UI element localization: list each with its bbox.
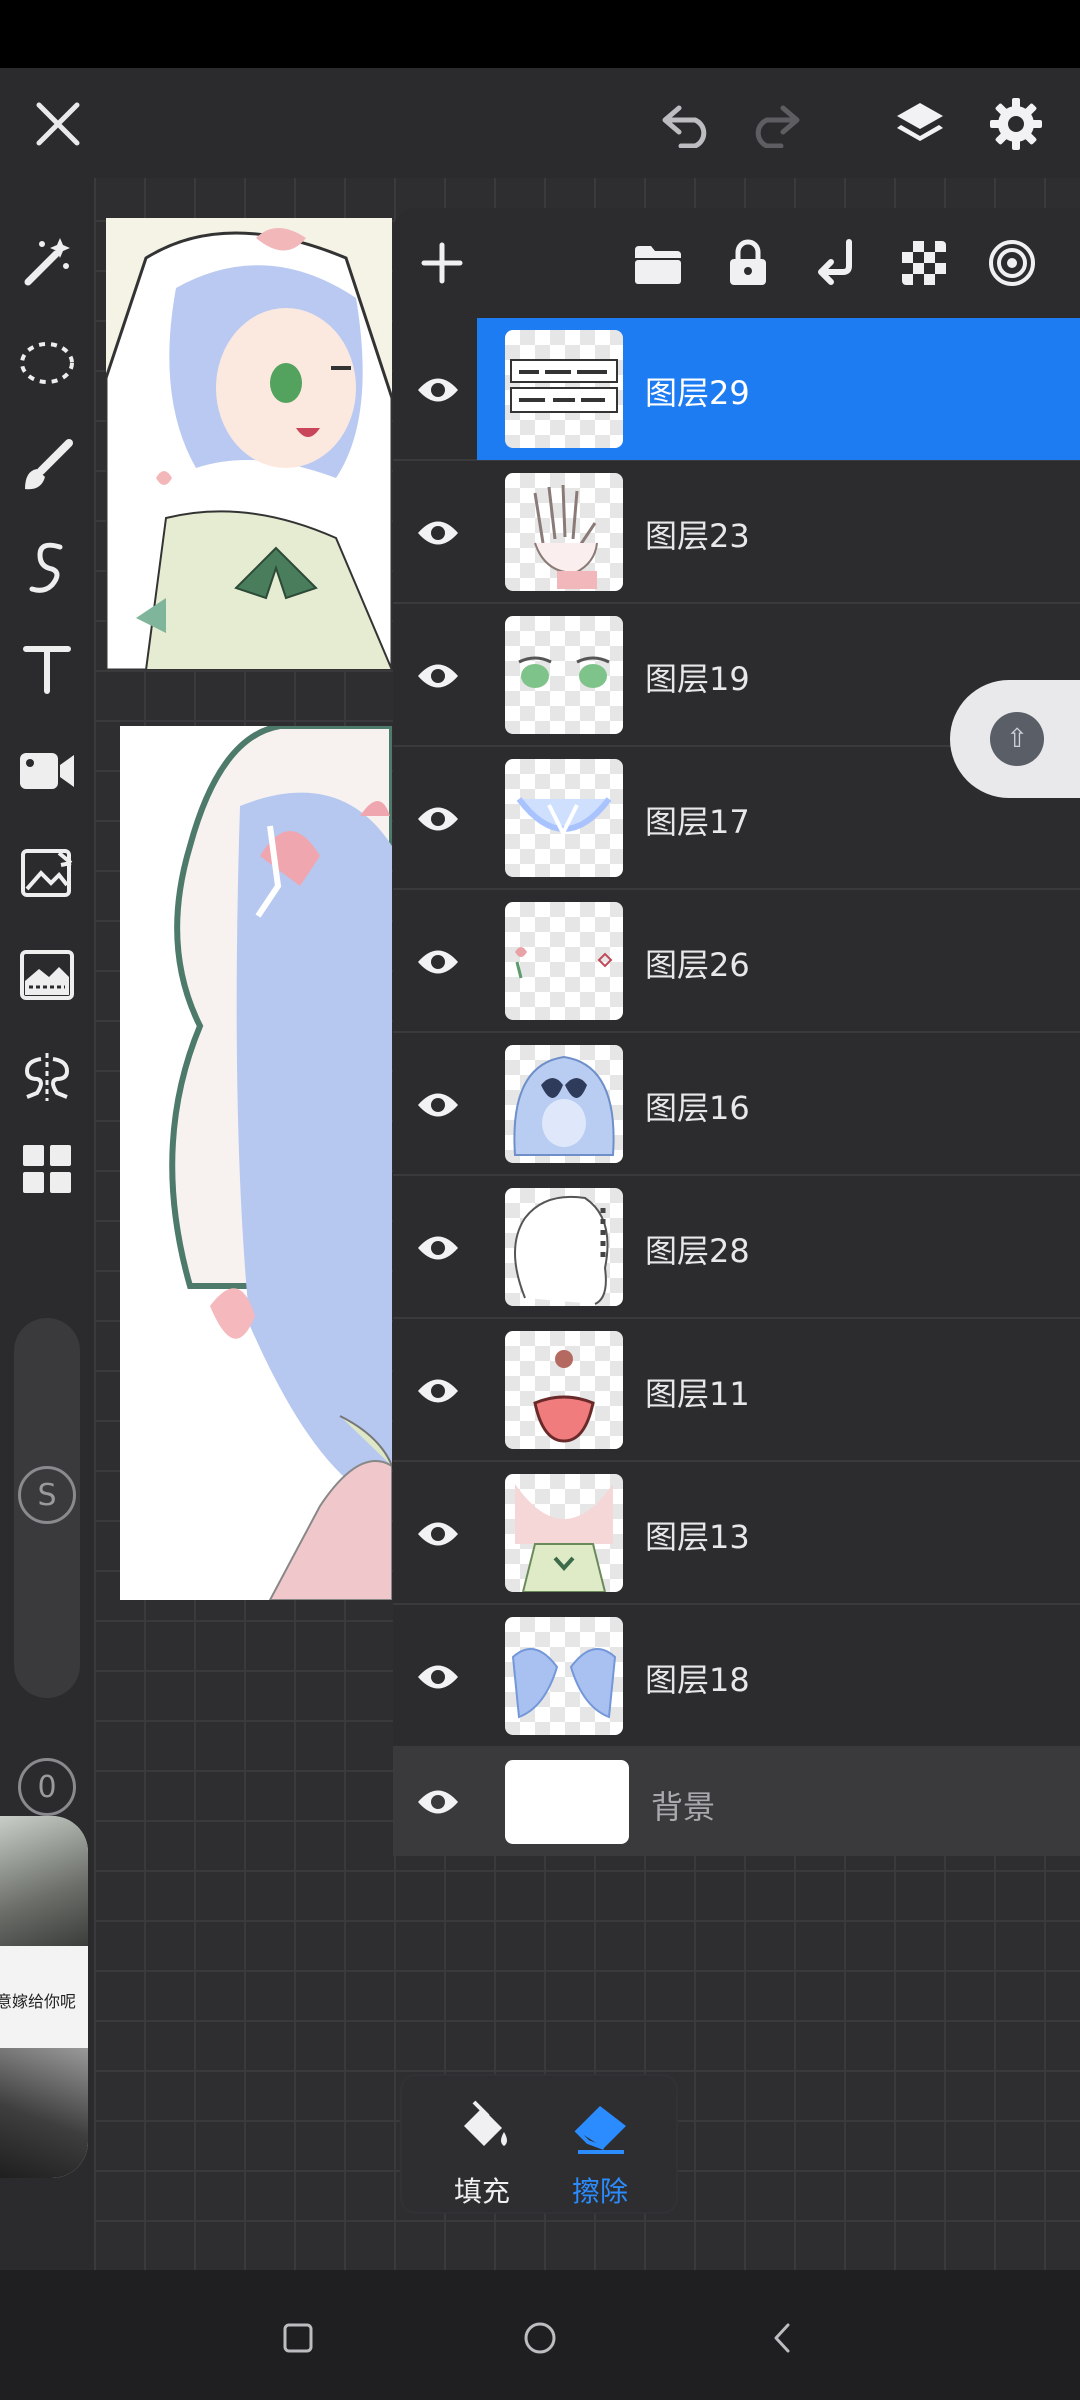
video-thumbnail-top	[0, 1816, 88, 1946]
redo-icon[interactable]	[740, 90, 810, 160]
fill-label: 填充	[453, 2175, 510, 2208]
floating-side-handle[interactable]: ⇧	[950, 680, 1080, 798]
layer-thumbnail	[505, 1188, 623, 1306]
eye-icon[interactable]	[411, 1653, 465, 1701]
close-icon[interactable]	[22, 88, 94, 160]
layer-thumbnail	[505, 759, 623, 877]
eye-icon[interactable]	[411, 652, 465, 700]
eraser-icon	[574, 2106, 626, 2154]
top-toolbar	[0, 68, 1080, 178]
video-thumbnail-bottom	[0, 2048, 88, 2178]
video-record-icon[interactable]	[10, 734, 84, 808]
layer-row-11[interactable]: 图层11	[393, 1319, 1080, 1462]
layer-name: 图层17	[645, 803, 750, 841]
recent-apps-icon[interactable]	[268, 2308, 328, 2368]
add-layer-icon[interactable]	[411, 232, 473, 294]
layer-thumbnail	[505, 1474, 623, 1592]
status-bar	[0, 0, 1080, 68]
eye-icon[interactable]	[411, 366, 465, 414]
opacity-label: 0	[37, 1769, 57, 1805]
layer-row-29[interactable]: 图层29	[393, 318, 1080, 461]
floating-video-window[interactable]: 意嫁给你呢	[0, 1816, 88, 2178]
app-screen: { "top_bar": { "close_icon": "close-icon…	[0, 0, 1080, 2400]
layer-name: 图层26	[645, 946, 750, 984]
merge-down-icon[interactable]	[805, 232, 867, 294]
erase-label: 擦除	[571, 2175, 628, 2208]
layer-thumbnail	[505, 616, 623, 734]
layer-row-13[interactable]: 图层13	[393, 1462, 1080, 1605]
lock-icon[interactable]	[717, 232, 779, 294]
magic-wand-icon[interactable]	[10, 224, 84, 298]
undo-icon[interactable]	[652, 90, 722, 160]
layer-name: 图层18	[645, 1661, 750, 1699]
erase-button[interactable]: 擦除	[542, 2090, 658, 2208]
layer-name: 图层19	[645, 660, 750, 698]
folder-icon[interactable]	[627, 234, 689, 296]
gear-icon[interactable]	[976, 84, 1056, 164]
background-thumbnail	[505, 1760, 629, 1844]
layer-name: 图层16	[645, 1089, 750, 1127]
text-icon[interactable]	[10, 632, 84, 706]
layer-thumbnail	[505, 330, 623, 448]
eye-icon[interactable]	[411, 1510, 465, 1558]
layer-name: 图层29	[645, 374, 750, 412]
layer-thumbnail	[505, 902, 623, 1020]
canvas-art-bottom	[120, 726, 392, 1600]
layer-row-28[interactable]: 图层28	[393, 1176, 1080, 1319]
layer-name: 图层13	[645, 1518, 750, 1556]
image-import-icon[interactable]	[10, 836, 84, 910]
layer-row-background[interactable]: 背景	[393, 1748, 1080, 1856]
layer-thumbnail	[505, 1617, 623, 1735]
paint-bucket-icon	[464, 2100, 507, 2146]
fill-erase-popup: 填充 擦除	[402, 2076, 676, 2212]
layer-row-16[interactable]: 图层16	[393, 1033, 1080, 1176]
layers-panel-header	[393, 208, 1080, 318]
brush-size-knob[interactable]: S	[18, 1466, 76, 1524]
canvas-adjust-icon[interactable]	[10, 938, 84, 1012]
layer-row-26[interactable]: 图层26	[393, 890, 1080, 1033]
canvas-art-top	[106, 218, 392, 670]
blend-target-icon[interactable]	[981, 232, 1043, 294]
layer-thumbnail	[505, 1045, 623, 1163]
eye-icon[interactable]	[411, 1367, 465, 1415]
layer-name: 图层11	[645, 1375, 750, 1413]
smudge-icon[interactable]	[10, 530, 84, 604]
layers-panel: 图层29 图层23 图层19 图层17 图层26 图层16 图层28 图层11 …	[393, 208, 1080, 1856]
more-apps-icon[interactable]	[10, 1132, 84, 1206]
eye-icon[interactable]	[411, 509, 465, 557]
pin-icon: ⇧	[990, 712, 1044, 766]
eye-icon[interactable]	[411, 1778, 465, 1826]
layer-thumbnail	[505, 473, 623, 591]
system-navigation-bar	[0, 2270, 1080, 2400]
back-icon[interactable]	[752, 2308, 812, 2368]
eye-icon[interactable]	[411, 1081, 465, 1129]
brush-size-label: S	[37, 1477, 57, 1513]
layer-row-18[interactable]: 图层18	[393, 1605, 1080, 1748]
opacity-knob[interactable]: 0	[18, 1758, 76, 1816]
layer-name: 图层23	[645, 517, 750, 555]
layer-name: 图层28	[645, 1232, 750, 1270]
layers-icon[interactable]	[880, 84, 960, 164]
layer-thumbnail	[505, 1331, 623, 1449]
eye-icon[interactable]	[411, 938, 465, 986]
lasso-select-icon[interactable]	[10, 326, 84, 400]
brush-icon[interactable]	[10, 428, 84, 502]
background-layer-name: 背景	[651, 1788, 716, 1826]
video-caption: 意嫁给你呢	[0, 1992, 77, 2011]
fill-button[interactable]: 填充	[424, 2090, 540, 2208]
symmetry-icon[interactable]	[10, 1040, 84, 1114]
layer-row-23[interactable]: 图层23	[393, 461, 1080, 604]
eye-icon[interactable]	[411, 1224, 465, 1272]
home-icon[interactable]	[510, 2308, 570, 2368]
eye-icon[interactable]	[411, 795, 465, 843]
transparency-checker-icon[interactable]	[893, 232, 955, 294]
